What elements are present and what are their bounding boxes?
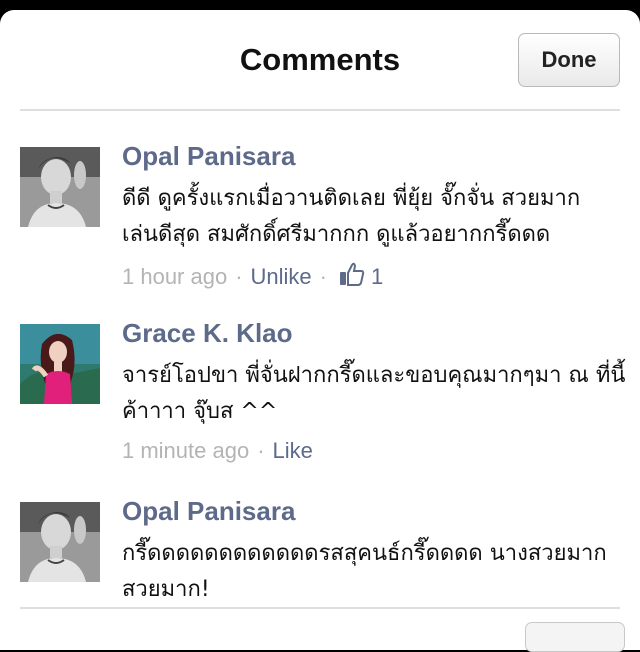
comment-line: กรี๊ดดดดดดดดดดดดรสสุคนธ์กรี๊ดดดด นางสวยม… bbox=[122, 541, 607, 566]
comments-sheet: Comments Done Opal Panisara ดีดี ดูครั้ง… bbox=[0, 10, 640, 650]
comment-text: ดีดี ดูครั้งแรกเมื่อวานติดเลย พี่ยุ้ย จั… bbox=[122, 181, 627, 253]
done-button[interactable]: Done bbox=[518, 33, 620, 87]
like-count-value: 1 bbox=[371, 264, 384, 289]
divider bbox=[20, 109, 620, 111]
comment-line: ค้าาาา จุ๊บส ^^ bbox=[122, 399, 278, 424]
comment-author[interactable]: Opal Panisara bbox=[122, 496, 295, 527]
comment-line: จารย์โอปขา พี่จั่นฝากกรี๊ดและขอบคุณมากๆม… bbox=[122, 363, 626, 388]
like-link[interactable]: Like bbox=[273, 438, 313, 464]
header: Comments Done bbox=[0, 10, 640, 110]
comment-meta: 1 hour ago · Unlike · 1 bbox=[122, 261, 383, 293]
comment-author[interactable]: Grace K. Klao bbox=[122, 318, 293, 349]
avatar[interactable] bbox=[20, 147, 100, 227]
comment-text: จารย์โอปขา พี่จั่นฝากกรี๊ดและขอบคุณมากๆม… bbox=[122, 358, 627, 430]
comment-timestamp: 1 minute ago bbox=[122, 438, 250, 463]
comment-author[interactable]: Opal Panisara bbox=[122, 141, 295, 172]
meta-separator: · bbox=[235, 264, 243, 289]
meta-separator: · bbox=[257, 438, 265, 463]
avatar[interactable] bbox=[20, 324, 100, 404]
comment-timestamp: 1 hour ago bbox=[122, 264, 228, 289]
comment-input-button[interactable] bbox=[525, 622, 625, 652]
avatar[interactable] bbox=[20, 502, 100, 582]
thumbs-up-icon bbox=[339, 261, 365, 293]
comment-line: สวยมาก! bbox=[122, 577, 210, 602]
meta-separator: · bbox=[319, 264, 327, 289]
like-count[interactable]: 1 bbox=[339, 261, 383, 293]
comment-meta: 1 minute ago · Like bbox=[122, 438, 313, 464]
comment-text: กรี๊ดดดดดดดดดดดดรสสุคนธ์กรี๊ดดดด นางสวยม… bbox=[122, 536, 627, 608]
unlike-link[interactable]: Unlike bbox=[251, 264, 312, 290]
comment-line: เล่นดีสุด สมศักดิ์ศรีมากกก ดูแล้วอยากกรี… bbox=[122, 222, 551, 247]
comment-line: ดีดี ดูครั้งแรกเมื่อวานติดเลย พี่ยุ้ย จั… bbox=[122, 186, 581, 211]
divider bbox=[20, 607, 620, 609]
